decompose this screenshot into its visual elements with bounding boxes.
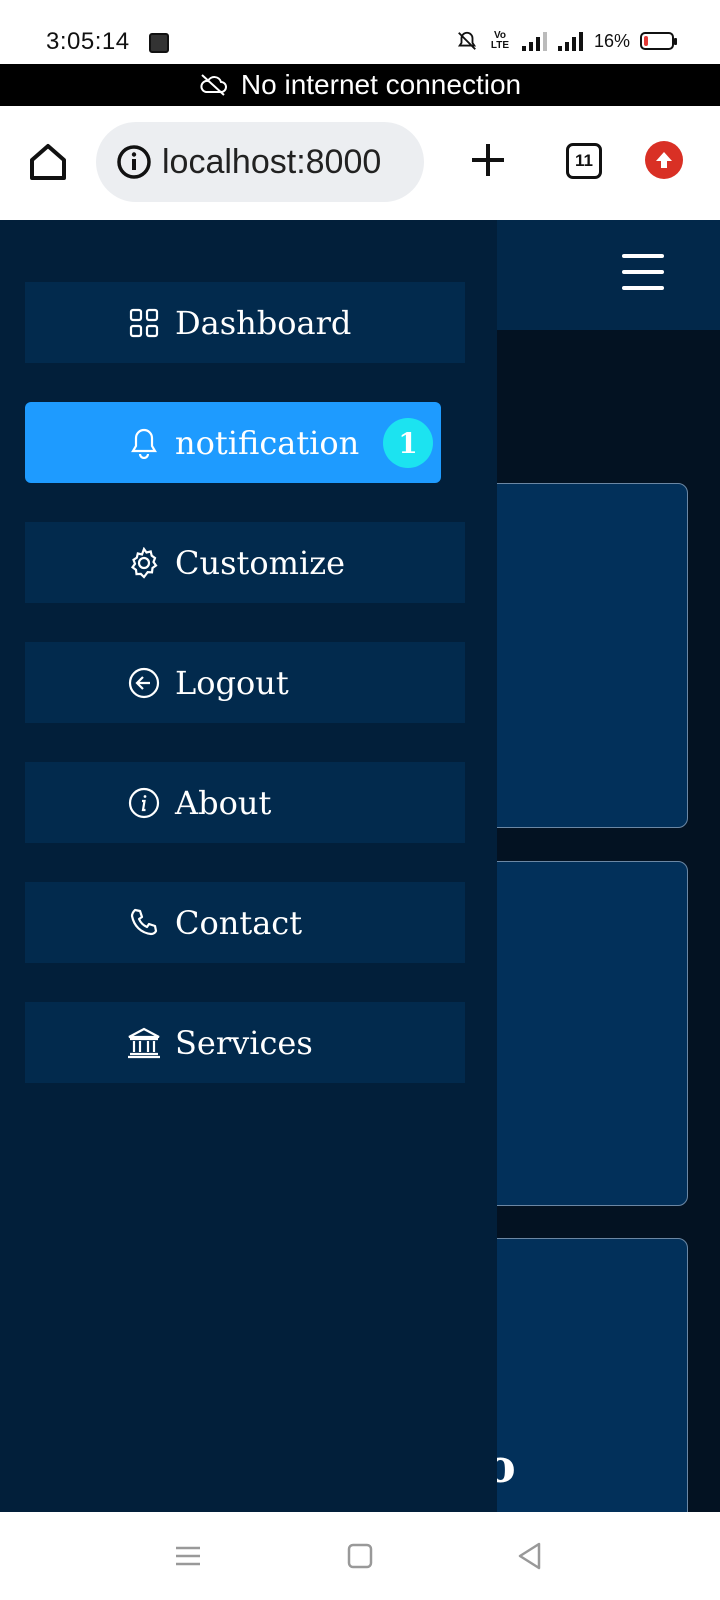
- system-nav-bar: [0, 1512, 720, 1600]
- bank-icon: [127, 1026, 161, 1060]
- menu-item-about[interactable]: About: [25, 762, 465, 843]
- menu-item-notification[interactable]: notification 1: [25, 402, 441, 483]
- notification-badge: 1: [383, 418, 433, 468]
- address-bar[interactable]: localhost:8000: [96, 122, 424, 202]
- tab-count: 11: [575, 151, 593, 170]
- back-triangle-icon[interactable]: [514, 1540, 546, 1572]
- menu-label: About: [175, 783, 272, 822]
- menu-label: Logout: [175, 663, 289, 702]
- offline-banner: No internet connection: [0, 64, 720, 106]
- grid-icon: [127, 306, 161, 340]
- menu-item-logout[interactable]: Logout: [25, 642, 465, 723]
- hamburger-menu-icon[interactable]: [622, 254, 664, 290]
- battery-level-fill: [644, 36, 648, 46]
- browser-toolbar: localhost:8000 11: [0, 106, 720, 220]
- home-square-icon[interactable]: [344, 1540, 376, 1572]
- status-bar: 3:05:14 Vo LTE 16%: [0, 0, 720, 64]
- info-circle-icon: [127, 786, 161, 820]
- update-button[interactable]: [645, 141, 683, 179]
- status-time: 3:05:14: [46, 28, 130, 55]
- signal-icon: [521, 32, 547, 51]
- plus-icon[interactable]: [468, 140, 508, 180]
- offline-banner-text: No internet connection: [240, 69, 522, 100]
- tabs-icon[interactable]: 11: [566, 143, 602, 179]
- dnd-bell-off-icon: [457, 31, 477, 50]
- side-drawer: Dashboard notification 1 Customize Logou…: [0, 220, 497, 1512]
- home-icon[interactable]: [26, 140, 70, 184]
- battery-icon: [640, 32, 677, 50]
- battery-percent: 16%: [593, 30, 630, 51]
- menu-item-customize[interactable]: Customize: [25, 522, 465, 603]
- status-icons: Vo LTE 16%: [456, 30, 677, 52]
- volte-icon: Vo LTE: [490, 30, 510, 51]
- arrow-left-circle-icon: [127, 666, 161, 700]
- recents-icon[interactable]: [172, 1540, 204, 1572]
- bell-icon: [127, 426, 161, 460]
- menu-label: notification: [175, 423, 360, 462]
- cloud-off-icon: [200, 74, 227, 96]
- menu-label: Services: [175, 1023, 313, 1062]
- menu-label: Contact: [175, 903, 303, 942]
- menu-item-dashboard[interactable]: Dashboard: [25, 282, 465, 363]
- signal-icon: [557, 32, 583, 51]
- menu-item-services[interactable]: Services: [25, 1002, 465, 1083]
- update-arrow-icon: [656, 152, 672, 168]
- gear-icon: [127, 546, 161, 580]
- menu-label: Customize: [175, 543, 346, 582]
- menu-item-contact[interactable]: Contact: [25, 882, 465, 963]
- info-icon[interactable]: [116, 144, 152, 180]
- menu-label: Dashboard: [175, 303, 352, 342]
- url-text[interactable]: localhost:8000: [162, 143, 381, 182]
- app-notification-icon: [149, 33, 169, 53]
- phone-icon: [127, 906, 161, 940]
